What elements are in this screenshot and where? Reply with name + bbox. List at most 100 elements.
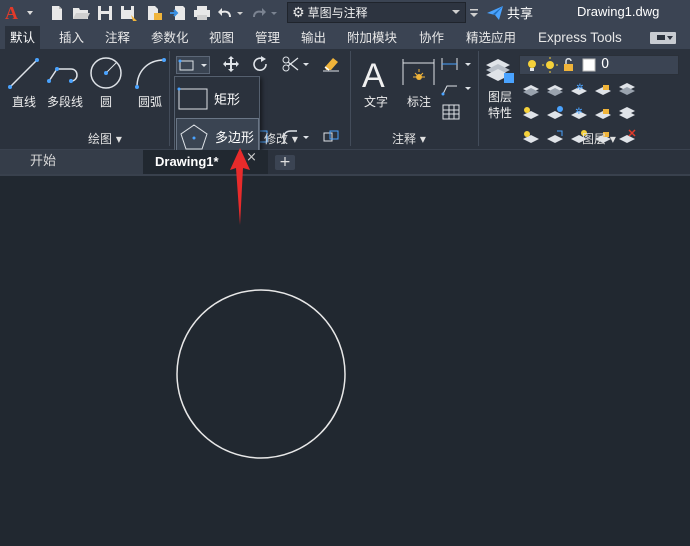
layers-panel-footer[interactable]: 图层 ▾ <box>582 129 616 147</box>
layer-properties-button[interactable]: 图层 特性 <box>484 55 516 121</box>
tab-featured-apps[interactable]: 精选应用 <box>461 26 521 49</box>
dimension-button[interactable]: 标注 <box>400 55 438 110</box>
layer-on-icon[interactable] <box>522 129 540 145</box>
text-label: 文字 <box>363 95 388 109</box>
chevron-down-icon <box>657 35 673 40</box>
tab-collaborate[interactable]: 协作 <box>414 26 449 49</box>
rectangle-split-button[interactable] <box>176 56 210 74</box>
layer-freeze-icon[interactable]: ✲ <box>570 81 588 97</box>
modify-panel-footer[interactable]: 修改 ▾ <box>264 129 298 147</box>
drawing-canvas[interactable] <box>0 176 690 546</box>
current-layer-name: 0 <box>601 57 610 72</box>
undo-button[interactable] <box>217 3 247 23</box>
layer-walk-icon[interactable] <box>618 81 636 97</box>
annotation-panel-footer[interactable]: 注释 ▾ <box>392 129 426 147</box>
layer-merge-icon[interactable] <box>618 105 636 121</box>
layer-properties-label-line1: 图层 <box>487 90 512 104</box>
make-current-icon[interactable] <box>522 105 540 121</box>
layer-match-icon[interactable] <box>546 129 564 145</box>
leader-icon[interactable] <box>440 80 472 96</box>
tab-parametric[interactable]: 参数化 <box>146 26 194 49</box>
open-file-icon[interactable] <box>71 3 91 23</box>
tab-view[interactable]: 视图 <box>204 26 239 49</box>
text-a-icon: A <box>362 57 385 91</box>
new-tab-button[interactable]: + <box>275 155 295 170</box>
layer-state-icons <box>528 57 596 73</box>
polyline-icon <box>47 67 78 83</box>
line-button[interactable]: 直线 <box>6 55 42 110</box>
workspace-select[interactable]: ⚙ 草图与注释 <box>287 2 466 23</box>
layer-off-icon[interactable] <box>522 81 540 97</box>
dimension-label: 标注 <box>406 95 431 109</box>
panel-divider <box>478 51 479 146</box>
layer-thaw-icon[interactable] <box>546 105 564 121</box>
send-icon <box>487 5 503 20</box>
redo-icon <box>253 8 277 17</box>
tab-output[interactable]: 输出 <box>296 26 331 49</box>
rectangle-polygon-menu: 矩形 多边形 <box>174 76 260 156</box>
circle-icon <box>90 57 122 89</box>
circle-label: 圆 <box>99 95 112 109</box>
rectangle-icon <box>178 59 207 71</box>
polyline-button[interactable]: 多段线 <box>45 55 85 110</box>
customize-qat-icon[interactable] <box>468 3 480 23</box>
document-tab-bar: 开始 Drawing1* × + <box>0 150 690 174</box>
undo-icon <box>218 8 243 17</box>
layer-thaw-all-icon[interactable]: ✲ <box>570 105 588 121</box>
erase-icon[interactable] <box>322 56 340 72</box>
ribbon-tab-bar: 默认 插入 注释 参数化 视图 管理 输出 附加模块 协作 精选应用 Expre… <box>0 26 690 49</box>
gear-icon: ⚙ <box>292 4 305 21</box>
share-button[interactable]: 共享 <box>486 3 533 22</box>
red-arrow-annotation <box>230 148 250 225</box>
layer-properties-label: 图层 特性 <box>488 89 512 121</box>
ribbon-options-button[interactable] <box>650 32 676 44</box>
text-button[interactable]: A 文字 <box>358 55 394 110</box>
tab-express-tools[interactable]: Express Tools <box>533 26 627 49</box>
trim-icon[interactable] <box>282 56 310 72</box>
web-mobile-icon[interactable] <box>144 3 164 23</box>
new-file-icon[interactable] <box>48 3 66 23</box>
arc-button[interactable]: 圆弧 <box>132 55 168 110</box>
layer-stack-icon <box>486 59 514 83</box>
redo-button[interactable] <box>251 3 281 23</box>
save-as-icon[interactable] <box>119 3 139 23</box>
circle-entity[interactable] <box>176 289 346 459</box>
layer-lock-icon[interactable] <box>594 81 612 97</box>
save-icon[interactable] <box>96 3 114 23</box>
layer-unlock-icon[interactable] <box>594 105 612 121</box>
tab-manage[interactable]: 管理 <box>250 26 285 49</box>
polyline-label: 多段线 <box>46 95 83 109</box>
menu-item-polygon-label: 多边形 <box>215 131 255 146</box>
table-icon[interactable] <box>442 104 460 120</box>
tab-insert[interactable]: 插入 <box>54 26 89 49</box>
explode-icon[interactable] <box>322 129 340 145</box>
rotate-icon[interactable] <box>252 56 270 72</box>
layer-properties-label-line2: 特性 <box>487 106 512 120</box>
ribbon-panel-home: 直线 多段线 圆 圆弧 绘图 ▾ 修改 ▾ A 文字 标注 注释 ▾ 图层 特性… <box>0 49 690 164</box>
layer-delete-icon[interactable] <box>618 129 636 145</box>
svg-text:✲: ✲ <box>576 83 584 93</box>
tab-annotate[interactable]: 注释 <box>100 26 135 49</box>
panel-divider <box>350 51 351 146</box>
menu-item-rectangle[interactable]: 矩形 <box>176 80 259 117</box>
draw-panel-footer[interactable]: 绘图 ▾ <box>88 129 122 147</box>
rectangle-icon <box>177 87 208 109</box>
layer-isolate-icon[interactable] <box>546 81 564 97</box>
import-icon[interactable] <box>168 3 188 23</box>
tab-start[interactable]: 开始 <box>0 150 150 174</box>
move-icon[interactable] <box>222 56 240 72</box>
workspace-label: 草图与注释 <box>307 6 368 20</box>
layer-dropdown[interactable]: 0 <box>519 55 679 75</box>
tab-home[interactable]: 默认 <box>5 26 41 49</box>
svg-text:✲: ✲ <box>575 107 583 117</box>
circle-button[interactable]: 圆 <box>88 55 124 110</box>
share-label: 共享 <box>507 7 534 22</box>
line-icon <box>8 58 39 89</box>
tab-addins[interactable]: 附加模块 <box>342 26 402 49</box>
svg-text:A: A <box>5 3 18 23</box>
svg-text:A: A <box>362 57 385 91</box>
app-menu-button[interactable]: A <box>3 3 37 23</box>
linear-dim-icon[interactable] <box>440 56 472 72</box>
panel-divider <box>169 51 170 146</box>
plot-icon[interactable] <box>192 3 212 23</box>
